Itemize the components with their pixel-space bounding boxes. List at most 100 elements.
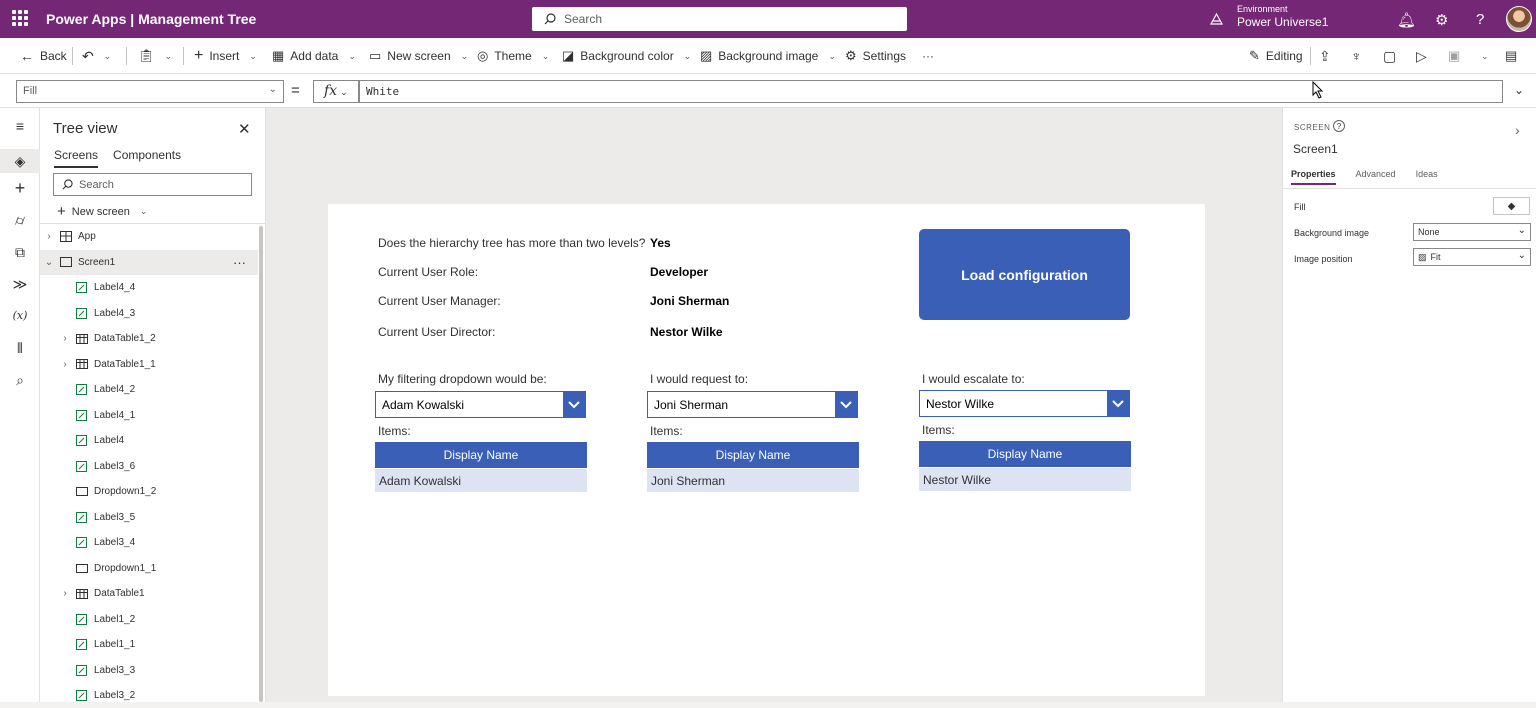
tab-advanced[interactable]: Advanced [1356,169,1396,185]
more-options-icon[interactable]: ··· [233,255,246,270]
add-data-button[interactable]: ▦ Add data ⌄ [272,38,356,74]
request-to-dropdown[interactable]: Joni Sherman [647,391,858,418]
editing-mode-button[interactable]: ✎ Editing [1249,38,1303,74]
tree-item[interactable]: Label3_2 [40,683,258,708]
chevron-right-icon[interactable]: › [60,588,70,599]
background-color-button[interactable]: ◪ Background color ⌄ [562,38,691,74]
tree-item-label: Label1_1 [94,639,136,650]
table-header[interactable]: Display Name [919,441,1131,467]
environment-picker[interactable]: Environment Power Universe1 [1237,4,1328,29]
tab-properties[interactable]: Properties [1291,169,1336,185]
search-icon[interactable]: ⌕ [12,372,28,388]
table-header[interactable]: Display Name [647,442,859,468]
database-icon: ▦ [272,48,285,63]
tab-components[interactable]: Components [113,148,181,168]
tree-scrollbar[interactable] [259,226,263,702]
tree-item[interactable]: Dropdown1_1 [40,556,258,581]
filtering-dropdown[interactable]: Adam Kowalski [375,391,586,418]
chevron-right-icon[interactable]: › [1515,122,1520,138]
load-configuration-button[interactable]: Load configuration [919,229,1130,320]
avatar[interactable] [1506,6,1532,32]
settings-gear-icon[interactable]: ⚙ [1435,11,1448,29]
tree-item[interactable]: Label3_6 [40,454,258,479]
settings-button[interactable]: ⚙ Settings [845,38,906,74]
escalate-to-dropdown[interactable]: Nestor Wilke [919,390,1130,417]
save-options-button[interactable]: ⌄ [1477,38,1489,74]
media-icon[interactable]: ⧉ [12,244,28,260]
comments-button[interactable]: ▢ [1383,38,1396,74]
tree-item[interactable]: Label4_4 [40,275,258,300]
hamburger-menu-icon[interactable]: ≡ [12,118,28,134]
help-icon[interactable]: ? [1476,11,1484,28]
insert-plus-icon[interactable]: + [12,179,28,197]
background-image-button[interactable]: ▨ Background image ⌄ [700,38,836,74]
data-cylinder-icon[interactable]: ⌭ [12,212,28,228]
tab-screens[interactable]: Screens [54,148,99,168]
chevron-down-icon: ⌄ [249,50,257,61]
tree-item-label: Label3_2 [94,690,136,701]
new-screen-link[interactable]: + New screen ⌄ [57,203,147,220]
tab-ideas[interactable]: Ideas [1416,169,1438,185]
tree-item[interactable]: Label4_1 [40,403,258,428]
global-search-input[interactable]: Search [532,7,907,31]
fill-color-picker[interactable]: ◆ [1493,197,1530,215]
paste-button[interactable]: 📋︎ ⌄ [138,38,172,74]
more-commands-button[interactable]: ··· [922,38,934,74]
tree-item[interactable]: Label4 [40,428,258,453]
property-selector[interactable]: Fill ⌄ [16,80,284,103]
tree-item[interactable]: Label3_4 [40,530,258,555]
screen1-canvas[interactable]: Does the hierarchy tree has more than tw… [328,204,1205,696]
close-icon[interactable]: ✕ [238,120,251,138]
share-button[interactable]: ⇪ [1319,38,1331,74]
tree-view-layers-icon[interactable]: ◈ [0,149,40,173]
insert-button[interactable]: + Insert ⌄ [194,38,257,74]
tree-item[interactable]: › DataTable1 [40,581,258,606]
tree-item[interactable]: Label3_5 [40,505,258,530]
publish-button[interactable]: ▤ [1505,38,1517,74]
tree-item[interactable]: ⌄ Screen1 ··· [40,249,258,275]
tree-search-input[interactable]: Search [53,173,252,196]
tree-item[interactable]: Dropdown1_2 [40,479,258,504]
save-button[interactable]: ▣ [1448,38,1460,74]
background-image-select[interactable]: None ⌄ [1413,223,1531,241]
image-position-select[interactable]: ▨ Fit ⌄ [1413,248,1531,266]
tree-item-label: Label4 [94,435,125,446]
undo-button[interactable]: ↶ ⌄ [82,38,111,74]
tree-item[interactable]: Label4_3 [40,301,258,326]
chevron-down-icon[interactable]: ⌄ [44,257,54,268]
tree-item[interactable]: Label4_2 [40,377,258,402]
chevron-right-icon[interactable]: › [60,359,70,370]
tree-item[interactable]: › DataTable1_2 [40,326,258,351]
notifications-icon[interactable]: 🔔︎ [1397,11,1416,29]
power-automate-icon[interactable]: ≫ [12,276,28,292]
insert-label: Insert [209,49,240,63]
formula-bar: Fill ⌄ = fx ⌄ White ⌄ [0,74,1536,108]
back-button[interactable]: ← Back [20,38,67,74]
request-to-dropdown-value: Joni Sherman [654,397,729,412]
table-header[interactable]: Display Name [375,442,587,468]
app-checker-button[interactable]: ♆ [1351,38,1362,74]
app-launcher-icon[interactable] [12,10,28,26]
tree-item[interactable]: › DataTable1_1 [40,352,258,377]
save-icon: ▣ [1448,48,1461,63]
label-icon [75,537,88,548]
fx-button[interactable]: fx ⌄ [313,80,359,103]
expand-formula-chevron-icon[interactable]: ⌄ [1514,83,1524,97]
theme-button[interactable]: ◎ Theme ⌄ [477,38,549,74]
tree-item[interactable]: Label1_1 [40,632,258,657]
tree-item[interactable]: › App [40,224,258,249]
help-circle-icon[interactable]: ? [1333,120,1345,132]
table-row[interactable]: Adam Kowalski [375,469,587,492]
preview-button[interactable]: ▷ [1416,38,1427,74]
tree-item[interactable]: Label1_2 [40,607,258,632]
table-row[interactable]: Nestor Wilke [919,468,1131,491]
formula-input[interactable]: White [359,80,1503,103]
chevron-right-icon[interactable]: › [60,333,70,344]
chevron-right-icon[interactable]: › [44,231,54,242]
advanced-tools-icon[interactable]: ⫴ [12,340,28,356]
tree-item[interactable]: Label3_3 [40,658,258,683]
new-screen-button[interactable]: ▭ New screen ⌄ [369,38,468,74]
app-grid-icon [59,231,72,242]
table-row[interactable]: Joni Sherman [647,469,859,492]
variables-icon[interactable]: (x) [12,308,28,324]
